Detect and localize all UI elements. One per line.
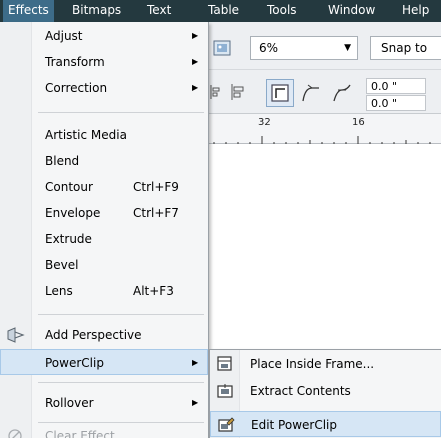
zoom-level-select[interactable]: 6% ▼ (250, 36, 358, 60)
menu-item-artistic-media[interactable]: Artistic Media (0, 122, 208, 148)
menu-separator (38, 112, 204, 113)
submenu-arrow-icon: ▶ (192, 57, 199, 66)
ruler-ticks (213, 136, 431, 144)
menu-item-bevel[interactable]: Bevel (0, 252, 208, 278)
menu-bitmaps[interactable]: Bitmaps (67, 0, 126, 22)
import-image-icon[interactable] (212, 38, 232, 61)
cusp-node-button[interactable] (266, 79, 294, 107)
menu-item-adjust[interactable]: Adjust ▶ (0, 23, 208, 49)
menu-item-label: Artistic Media (45, 128, 127, 142)
menu-item-label: PowerClip (45, 356, 104, 370)
align-left-icon[interactable] (209, 82, 221, 105)
menu-item-label: Extract Contents (250, 384, 351, 398)
zoom-level-value: 6% (259, 41, 279, 55)
menu-item-contour[interactable]: Contour Ctrl+F9 (0, 174, 208, 200)
submenu-arrow-icon: ▶ (192, 31, 199, 40)
chevron-down-icon: ▼ (344, 43, 351, 53)
menu-item-label: Blend (45, 154, 80, 168)
ruler-label: 32 (258, 117, 271, 128)
menu-window[interactable]: Window (323, 0, 380, 22)
menu-effects[interactable]: Effects (3, 0, 54, 22)
menu-item-label: Transform (45, 55, 105, 69)
menu-item-envelope[interactable]: Envelope Ctrl+F7 (0, 200, 208, 226)
menu-item-label: Extrude (45, 232, 92, 246)
menu-separator (38, 314, 204, 315)
nudge-x-field[interactable]: 0.0 " (366, 78, 426, 94)
menu-help[interactable]: Help (397, 0, 434, 22)
menu-item-extrude[interactable]: Extrude (0, 226, 208, 252)
symmetric-node-icon[interactable] (331, 82, 353, 107)
menu-item-shortcut: Ctrl+F7 (133, 206, 179, 220)
menu-item-shortcut: Alt+F3 (133, 284, 174, 298)
menu-item-label: Contour (45, 180, 93, 194)
extract-contents-icon (216, 382, 234, 409)
menu-item-label: Bevel (45, 258, 79, 272)
distribute-icon[interactable] (228, 82, 248, 105)
menu-text[interactable]: Text (142, 0, 176, 22)
ruler-label: 16 (352, 117, 365, 128)
edit-powerclip-icon (217, 416, 235, 438)
menu-item-label: Correction (45, 81, 108, 95)
menu-item-lens[interactable]: Lens Alt+F3 (0, 278, 208, 304)
menu-item-blend[interactable]: Blend (0, 148, 208, 174)
menu-item-edit-powerclip[interactable]: Edit PowerClip (210, 411, 441, 437)
menu-item-label: Place Inside Frame... (250, 357, 375, 371)
menu-item-correction[interactable]: Correction ▶ (0, 75, 208, 101)
menu-item-extract-contents[interactable]: Extract Contents (210, 378, 441, 404)
menu-item-label: Clear Effect (45, 429, 115, 438)
submenu-arrow-icon: ▶ (192, 358, 199, 367)
menu-item-add-perspective[interactable]: Add Perspective (0, 322, 208, 348)
submenu-arrow-icon: ▶ (192, 398, 199, 407)
menu-item-label: Rollover (45, 396, 94, 410)
menu-item-label: Envelope (45, 206, 101, 220)
menu-item-label: Adjust (45, 29, 83, 43)
menu-item-transform[interactable]: Transform ▶ (0, 49, 208, 75)
menu-item-rollover[interactable]: Rollover ▶ (0, 390, 208, 416)
nudge-y-field[interactable]: 0.0 " (366, 95, 426, 111)
effects-dropdown-menu: Adjust ▶ Transform ▶ Correction ▶ Artist… (0, 22, 209, 438)
snap-to-button[interactable]: Snap to (370, 36, 441, 60)
menu-bar: Effects Bitmaps Text Table Tools Window … (0, 0, 441, 22)
menu-item-label: Add Perspective (45, 328, 142, 342)
menu-tools[interactable]: Tools (262, 0, 302, 22)
clear-effect-icon (6, 427, 24, 438)
menu-table[interactable]: Table (203, 0, 244, 22)
menu-item-powerclip[interactable]: PowerClip ▶ (0, 349, 208, 375)
smooth-node-icon[interactable] (300, 82, 322, 107)
menu-item-label: Edit PowerClip (251, 418, 337, 432)
menu-item-place-inside-frame[interactable]: Place Inside Frame... (210, 351, 441, 377)
submenu-arrow-icon: ▶ (192, 83, 199, 92)
menu-item-label: Lens (45, 284, 73, 298)
menu-separator (38, 382, 204, 383)
menu-item-clear-effect: Clear Effect (0, 423, 208, 438)
menu-item-shortcut: Ctrl+F9 (133, 180, 179, 194)
snap-to-label: Snap to (381, 41, 428, 55)
powerclip-submenu: Place Inside Frame... Extract Contents E… (209, 349, 441, 438)
